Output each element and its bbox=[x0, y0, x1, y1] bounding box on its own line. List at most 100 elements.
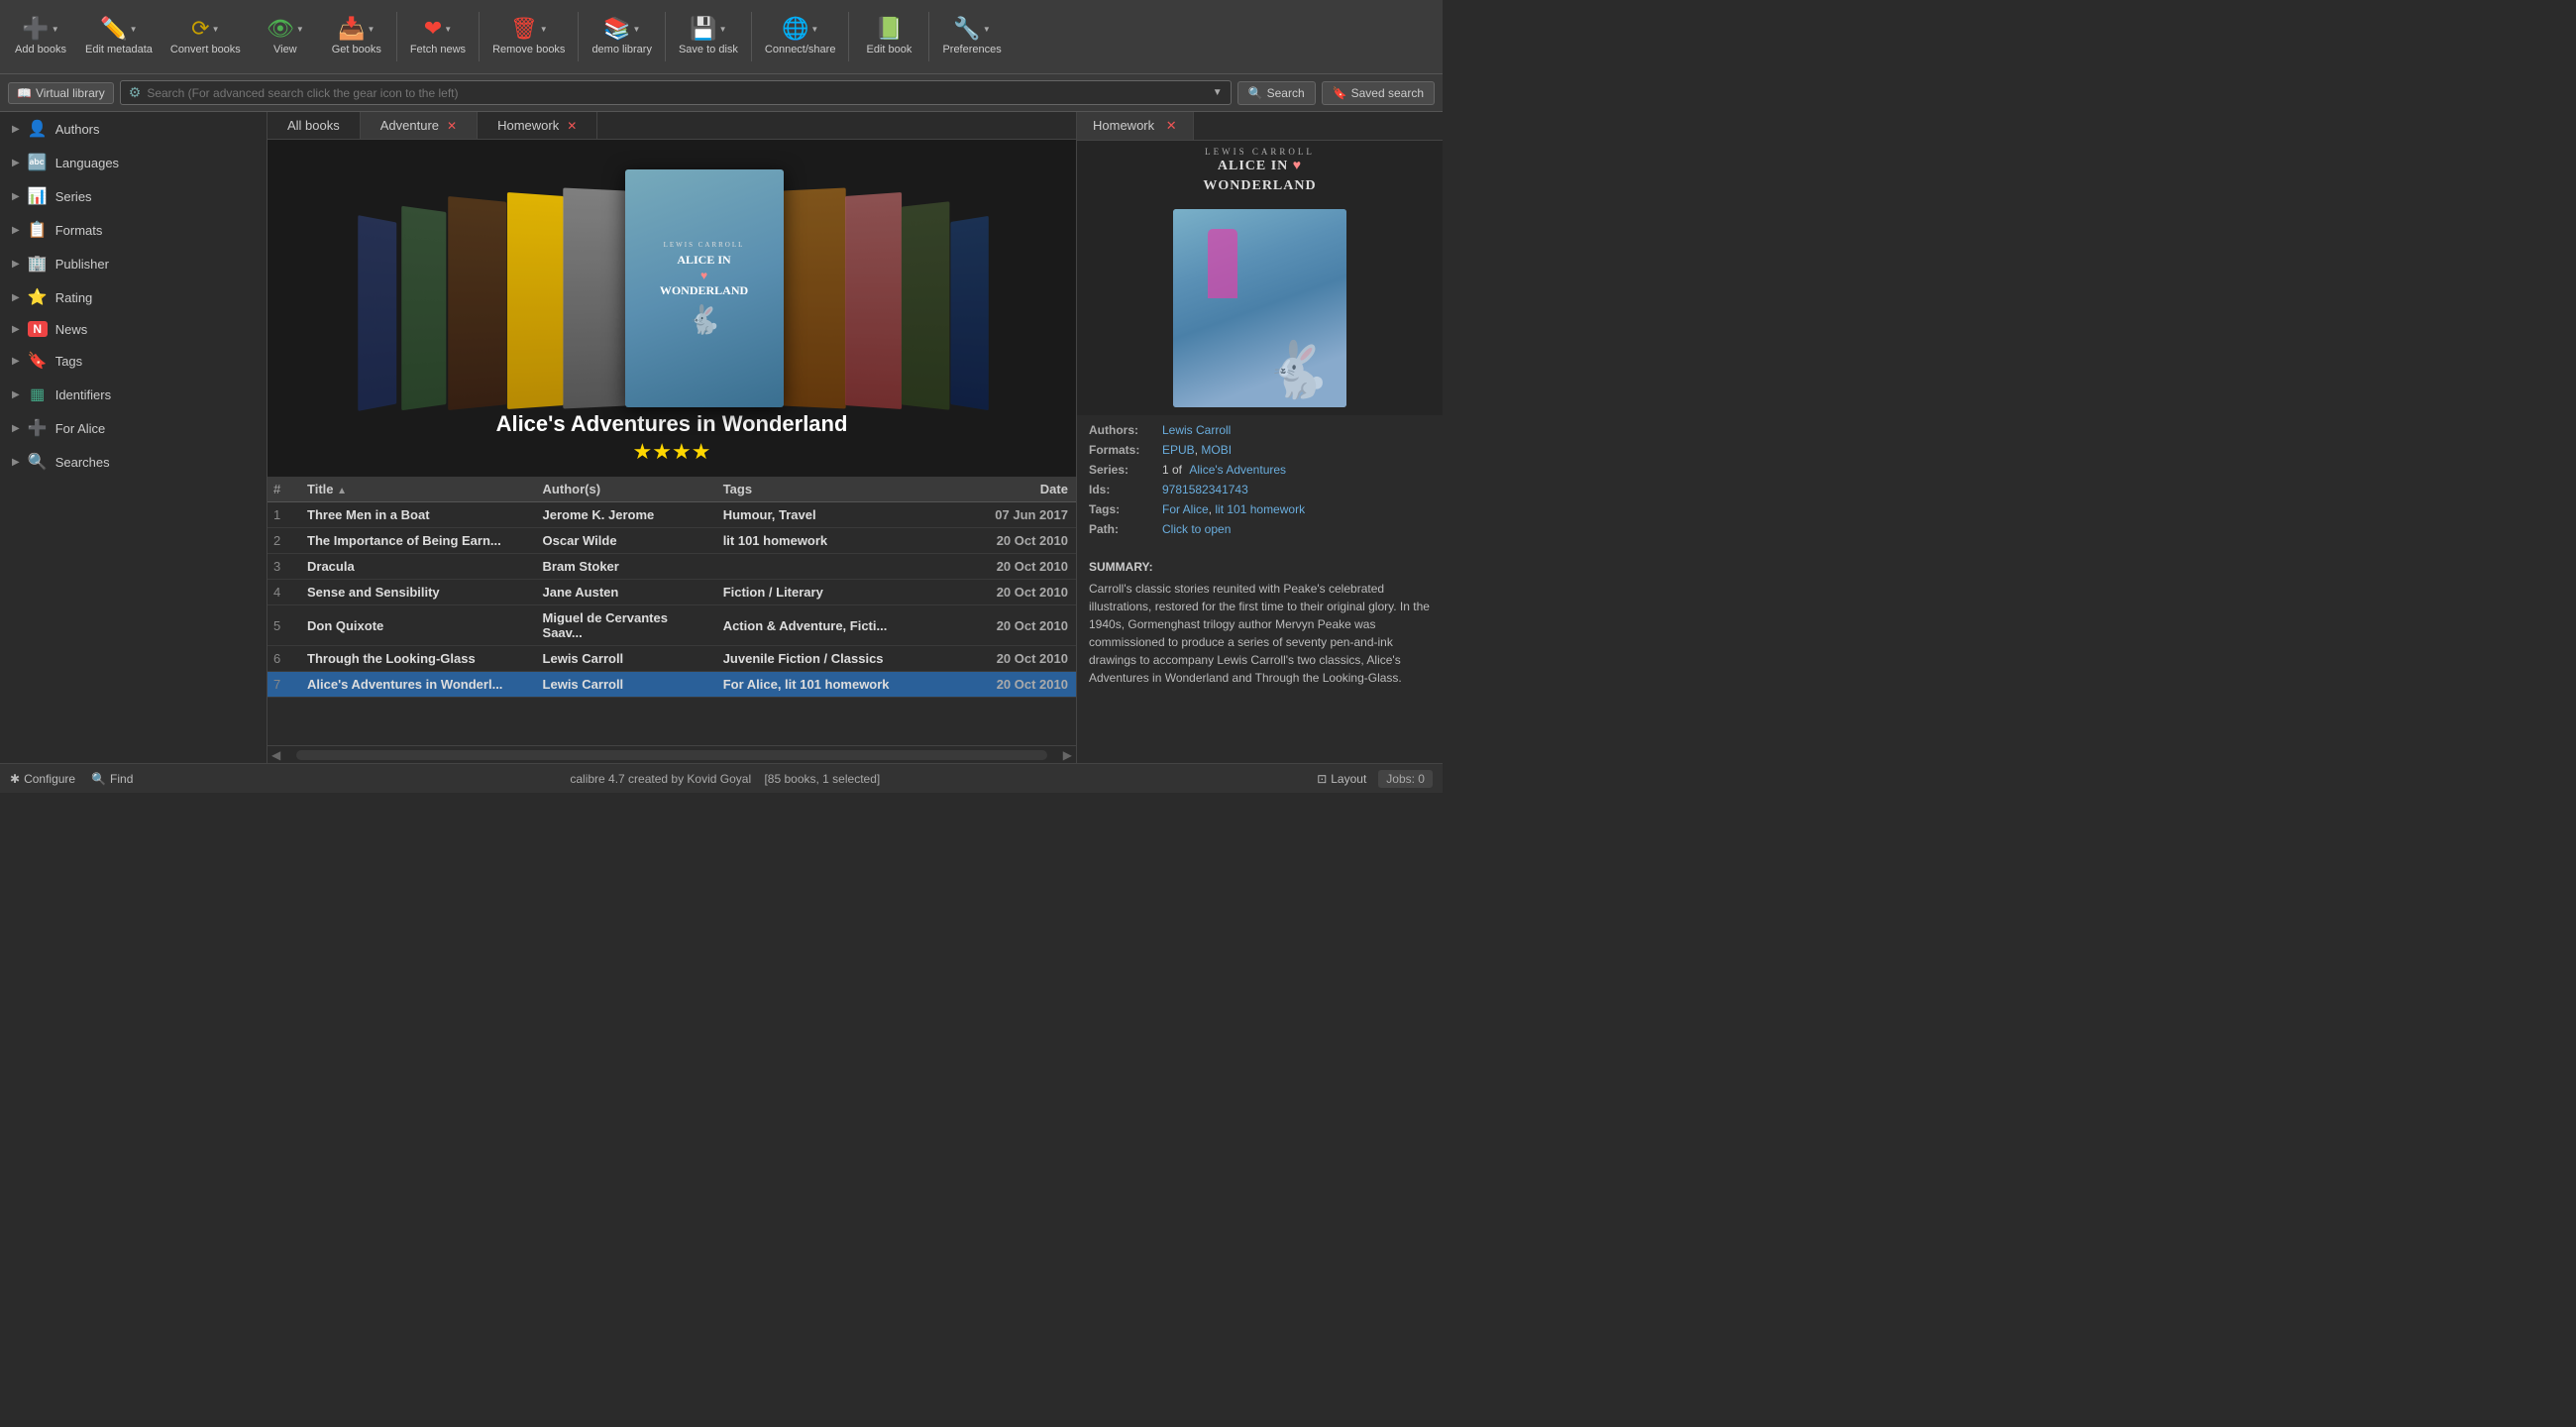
detail-tag-homework[interactable]: lit 101 homework bbox=[1215, 502, 1305, 516]
sidebar-item-authors[interactable]: ▶ 👤 Authors bbox=[0, 112, 267, 146]
table-row[interactable]: 7 Alice's Adventures in Wonderl... Lewis… bbox=[268, 672, 1076, 698]
convert-books-button[interactable]: ⟳ ▼ Convert books bbox=[162, 14, 249, 59]
preferences-button[interactable]: 🔧 ▼ Preferences bbox=[934, 14, 1009, 59]
sidebar-item-news[interactable]: ▶ N News bbox=[0, 314, 267, 344]
col-num-header: # bbox=[268, 477, 299, 501]
connect-share-arrow[interactable]: ▼ bbox=[810, 25, 818, 34]
col-tags-header[interactable]: Tags bbox=[715, 477, 951, 501]
table-row[interactable]: 3 Dracula Bram Stoker 20 Oct 2010 bbox=[268, 554, 1076, 580]
detail-series-name[interactable]: Alice's Adventures bbox=[1189, 463, 1286, 477]
connect-share-icon: 🌐 bbox=[782, 18, 808, 40]
authors-label: Authors bbox=[55, 122, 255, 137]
horizontal-scrollbar[interactable]: ◀ ▶ bbox=[268, 745, 1076, 763]
col-author-header[interactable]: Author(s) bbox=[535, 477, 715, 501]
detail-mobi-link[interactable]: MOBI bbox=[1201, 443, 1232, 457]
table-row[interactable]: 1 Three Men in a Boat Jerome K. Jerome H… bbox=[268, 502, 1076, 528]
layout-button[interactable]: ⊡ Layout bbox=[1317, 772, 1366, 786]
remove-books-arrow[interactable]: ▼ bbox=[540, 25, 548, 34]
sidebar-item-identifiers[interactable]: ▶ ▦ Identifiers bbox=[0, 378, 267, 411]
tab-homework[interactable]: Homework ✕ bbox=[478, 112, 597, 139]
search-gear-icon[interactable]: ⚙ bbox=[129, 84, 142, 101]
sidebar-item-searches[interactable]: ▶ 🔍 Searches bbox=[0, 445, 267, 479]
search-button[interactable]: 🔍 Search bbox=[1237, 81, 1316, 105]
sidebar-item-publisher[interactable]: ▶ 🏢 Publisher bbox=[0, 247, 267, 280]
add-books-button[interactable]: ➕ ▼ Add books bbox=[6, 14, 75, 59]
app-label: calibre 4.7 created by Kovid Goyal bbox=[570, 772, 751, 786]
edit-book-icon: 📗 bbox=[876, 18, 903, 40]
table-row[interactable]: 5 Don Quixote Miguel de Cervantes Saav..… bbox=[268, 605, 1076, 646]
row-author: Oscar Wilde bbox=[535, 528, 715, 553]
configure-icon: ✱ bbox=[10, 772, 20, 786]
scroll-right-btn[interactable]: ▶ bbox=[1063, 748, 1072, 762]
tab-all-books[interactable]: All books bbox=[268, 112, 361, 139]
view-button[interactable]: 👁 ▼ View bbox=[251, 14, 320, 59]
demo-library-button[interactable]: 📚 ▼ demo library bbox=[584, 14, 660, 59]
jobs-badge: Jobs: 0 bbox=[1378, 770, 1433, 788]
edit-book-label: Edit book bbox=[867, 44, 912, 55]
scroll-track[interactable] bbox=[296, 750, 1047, 760]
search-input[interactable] bbox=[147, 86, 1206, 100]
preferences-arrow[interactable]: ▼ bbox=[983, 25, 991, 34]
news-label: News bbox=[55, 322, 255, 337]
tab-adventure[interactable]: Adventure ✕ bbox=[361, 112, 478, 139]
virtual-library-button[interactable]: 📖 Virtual library bbox=[8, 82, 114, 104]
detail-path-value[interactable]: Click to open bbox=[1162, 522, 1231, 536]
sidebar-item-languages[interactable]: ▶ 🔤 Languages bbox=[0, 146, 267, 179]
publisher-icon: 🏢 bbox=[28, 254, 48, 274]
fetch-news-arrow[interactable]: ▼ bbox=[444, 25, 452, 34]
rating-label: Rating bbox=[55, 290, 255, 305]
view-arrow[interactable]: ▼ bbox=[296, 25, 304, 34]
series-expand-arrow: ▶ bbox=[12, 191, 20, 202]
table-row[interactable]: 2 The Importance of Being Earn... Oscar … bbox=[268, 528, 1076, 554]
fetch-news-button[interactable]: ❤ ▼ Fetch news bbox=[402, 14, 474, 59]
save-to-disk-arrow[interactable]: ▼ bbox=[719, 25, 727, 34]
detail-cover-image[interactable]: 🐇 bbox=[1173, 209, 1346, 407]
identifiers-label: Identifiers bbox=[55, 387, 255, 402]
col-title-header[interactable]: Title ▲ bbox=[299, 477, 535, 501]
save-to-disk-button[interactable]: 💾 ▼ Save to disk bbox=[671, 14, 746, 59]
table-row[interactable]: 4 Sense and Sensibility Jane Austen Fict… bbox=[268, 580, 1076, 605]
sidebar-item-rating[interactable]: ▶ ⭐ Rating bbox=[0, 280, 267, 314]
detail-panel: Homework ✕ LEWIS CARROLL ALICE IN ♥WONDE… bbox=[1076, 112, 1443, 763]
connect-share-button[interactable]: 🌐 ▼ Connect/share bbox=[757, 14, 844, 59]
edit-metadata-arrow[interactable]: ▼ bbox=[130, 25, 138, 34]
toolbar-separator-6 bbox=[848, 12, 849, 61]
add-books-arrow[interactable]: ▼ bbox=[52, 25, 59, 34]
detail-authors-value[interactable]: Lewis Carroll bbox=[1162, 423, 1231, 437]
col-date-header[interactable]: Date bbox=[950, 477, 1076, 501]
detail-tab-close[interactable]: ✕ bbox=[1166, 118, 1177, 133]
scroll-left-btn[interactable]: ◀ bbox=[271, 748, 280, 762]
demo-library-icon: 📚 bbox=[603, 18, 630, 40]
tab-all-books-label: All books bbox=[287, 118, 340, 133]
get-books-button[interactable]: 📥 ▼ Get books bbox=[322, 14, 391, 59]
main-book-cover[interactable]: LEWIS CARROLL ALICE IN♥WONDERLAND 🐇 bbox=[625, 169, 784, 407]
detail-epub-link[interactable]: EPUB bbox=[1162, 443, 1195, 457]
edit-metadata-button[interactable]: ✏️ ▼ Edit metadata bbox=[77, 14, 161, 59]
sidebar-item-formats[interactable]: ▶ 📋 Formats bbox=[0, 213, 267, 247]
convert-books-arrow[interactable]: ▼ bbox=[212, 25, 220, 34]
detail-tag-for-alice[interactable]: For Alice bbox=[1162, 502, 1209, 516]
tab-homework-close[interactable]: ✕ bbox=[567, 119, 577, 133]
get-books-arrow[interactable]: ▼ bbox=[368, 25, 376, 34]
edit-book-button[interactable]: 📗 Edit book bbox=[854, 14, 923, 59]
detail-tab-homework[interactable]: Homework ✕ bbox=[1077, 112, 1194, 140]
saved-search-button[interactable]: 🔖 Saved search bbox=[1322, 81, 1435, 105]
demo-library-arrow[interactable]: ▼ bbox=[632, 25, 640, 34]
sidebar-item-series[interactable]: ▶ 📊 Series bbox=[0, 179, 267, 213]
search-dropdown-icon[interactable]: ▼ bbox=[1213, 87, 1223, 98]
sidebar-item-tags[interactable]: ▶ 🔖 Tags bbox=[0, 344, 267, 378]
row-num: 4 bbox=[268, 580, 299, 604]
remove-books-button[interactable]: 🗑 ▼ Remove books bbox=[484, 14, 573, 59]
detail-content: LEWIS CARROLL ALICE IN ♥WONDERLAND 🐇 Aut… bbox=[1077, 141, 1443, 763]
table-row[interactable]: 6 Through the Looking-Glass Lewis Carrol… bbox=[268, 646, 1076, 672]
status-app-info: calibre 4.7 created by Kovid Goyal [85 b… bbox=[570, 772, 880, 786]
remove-books-label: Remove books bbox=[492, 44, 565, 55]
sidebar-item-for-alice[interactable]: ▶ ➕ For Alice bbox=[0, 411, 267, 445]
configure-button[interactable]: ✱ Configure bbox=[10, 772, 75, 786]
formats-label: Formats bbox=[55, 223, 255, 238]
detail-ids-value[interactable]: 9781582341743 bbox=[1162, 483, 1248, 496]
tab-adventure-close[interactable]: ✕ bbox=[447, 119, 457, 133]
find-button[interactable]: 🔍 Find bbox=[91, 772, 133, 786]
searches-icon: 🔍 bbox=[28, 452, 48, 472]
detail-series-row: Series: 1 of Alice's Adventures bbox=[1089, 463, 1431, 477]
